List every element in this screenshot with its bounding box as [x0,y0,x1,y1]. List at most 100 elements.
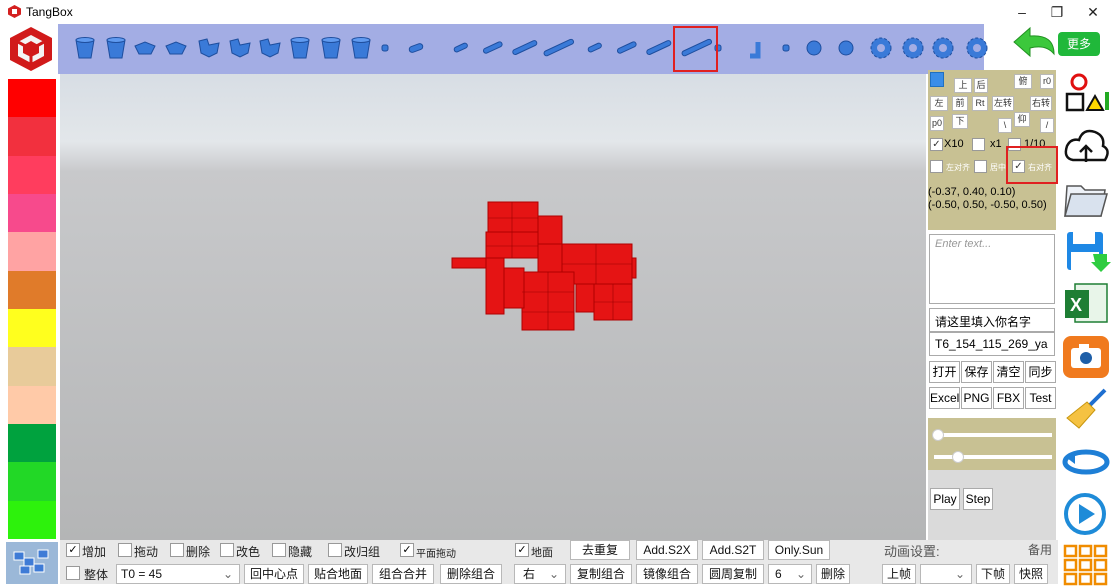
part-tool-icon[interactable] [133,33,157,63]
color-swatch[interactable] [8,385,56,424]
view-left-button[interactable]: 左 [930,96,948,111]
tilt-forward-button[interactable]: / [1040,118,1054,133]
view-top-button[interactable]: 上 [954,78,972,93]
whole-checkbox[interactable] [66,566,80,580]
align-center-checkbox[interactable] [974,160,987,173]
more-button[interactable]: 更多 [1058,32,1100,56]
delete-checkbox[interactable] [170,543,184,557]
stick-ground-button[interactable]: 贴合地面 [308,564,368,584]
clear-button[interactable]: 清空 [993,361,1024,383]
add-s2x-button[interactable]: Add.S2X [636,540,698,560]
part-tool-icon[interactable] [542,33,576,63]
remove-button[interactable]: 删除 [816,564,850,584]
regroup-checkbox[interactable] [328,543,342,557]
rotate-right-button[interactable]: 右转 [1030,96,1052,111]
part-tool-icon[interactable] [72,33,98,63]
color-swatch[interactable] [8,308,56,348]
broom-clear-icon[interactable] [1061,386,1111,432]
color-swatch[interactable] [8,462,56,501]
part-tool-icon[interactable] [804,33,824,63]
view-back-button[interactable]: 后 [974,78,988,93]
cloud-upload-icon[interactable] [1061,124,1111,170]
slider-1-knob[interactable] [932,429,944,441]
circle-copy-button[interactable]: 圆周复制 [702,564,764,584]
view-bottom-button[interactable]: 下 [952,114,968,129]
snapshot-button[interactable]: 快照 [1014,564,1048,584]
reset-r0-button[interactable]: r0 [1040,74,1054,89]
color-swatch[interactable] [8,232,56,271]
part-tool-icon[interactable] [744,33,768,63]
part-tool-icon[interactable] [476,33,510,63]
grid-menu-icon[interactable] [1061,540,1111,586]
direction-select[interactable]: 右 ⌄ [514,564,566,584]
screenshot-camera-icon[interactable] [1061,334,1111,380]
part-tool-icon[interactable] [642,33,676,63]
test-button[interactable]: Test [1025,387,1056,409]
align-left-checkbox[interactable] [930,160,943,173]
view-overhead-button[interactable]: 俯 [1014,74,1032,89]
excel-export-button[interactable]: Excel [929,387,960,409]
tilt-back-button[interactable]: \ [998,118,1012,133]
minimize-button[interactable]: – [1005,0,1039,24]
part-tool-icon[interactable] [164,33,188,63]
part-tool-icon[interactable] [868,33,894,63]
color-swatch[interactable] [8,347,56,386]
notes-textarea[interactable]: Enter text... [929,234,1055,304]
part-tool-icon[interactable] [256,33,284,63]
merge-group-button[interactable]: 组合合并 [372,564,434,584]
mirror-group-button[interactable]: 镜像组合 [636,564,698,584]
part-tool-icon[interactable] [508,33,542,63]
add-checkbox[interactable]: ✓ [66,543,80,557]
part-tool-icon[interactable] [226,33,254,63]
color-swatch[interactable] [8,423,56,463]
drag-checkbox[interactable] [118,543,132,557]
next-frame-button[interactable]: 下帧 [976,564,1010,584]
step-button[interactable]: Step [963,488,993,510]
part-tool-icon[interactable] [195,33,223,63]
undo-arrow-icon[interactable] [1010,24,1058,64]
color-swatch[interactable] [8,79,56,118]
color-swatch[interactable] [8,117,56,156]
dedupe-button[interactable]: 去重复 [570,540,630,560]
sync-button[interactable]: 同步 [1025,361,1056,383]
rotate-loop-icon[interactable] [1061,438,1111,484]
recolor-checkbox[interactable] [220,543,234,557]
part-tool-icon[interactable] [610,33,644,63]
camera-toggle-icon[interactable] [930,72,944,87]
copy-group-button[interactable]: 复制组合 [570,564,632,584]
ground-checkbox[interactable]: ✓ [515,543,529,557]
x10-checkbox[interactable]: ✓ [930,138,943,151]
open-button[interactable]: 打开 [929,361,960,383]
part-tool-icon[interactable] [406,33,426,63]
part-tool-icon[interactable] [103,33,129,63]
tangbox-logo[interactable] [8,26,54,72]
color-swatch[interactable] [8,193,56,233]
tilt-up-button[interactable]: 仰 [1014,112,1030,127]
part-tool-icon[interactable] [318,33,344,63]
rt-button[interactable]: Rt [972,96,988,111]
fbx-export-button[interactable]: FBX [993,387,1024,409]
t0-select[interactable]: T0 = 45 ⌄ [116,564,240,584]
part-tool-icon[interactable] [930,33,956,63]
prev-frame-button[interactable]: 上帧 [882,564,916,584]
view-front-button[interactable]: 前 [952,96,968,111]
plane-drag-checkbox[interactable]: ✓ [400,543,414,557]
slider-2-knob[interactable] [952,451,964,463]
shapes-icon[interactable] [1061,72,1111,118]
part-tool-icon[interactable] [780,33,792,63]
color-swatch[interactable] [8,270,56,309]
reset-p0-button[interactable]: p0 [930,116,944,131]
center-button[interactable]: 回中心点 [244,564,304,584]
elephant-model[interactable] [60,72,926,540]
part-tool-icon[interactable] [379,33,391,63]
play-circle-icon[interactable] [1061,490,1111,536]
name-input[interactable]: 请这里填入你名字 [929,308,1055,332]
x1-checkbox[interactable] [972,138,985,151]
png-export-button[interactable]: PNG [961,387,992,409]
frame-select[interactable]: ⌄ [920,564,972,584]
3d-viewport[interactable] [60,72,926,540]
filename-input[interactable]: T6_154_115_269_ya [929,332,1055,356]
rotate-left-button[interactable]: 左转 [992,96,1014,111]
only-sun-button[interactable]: Only.Sun [768,540,830,560]
maximize-button[interactable]: ❐ [1040,0,1074,24]
